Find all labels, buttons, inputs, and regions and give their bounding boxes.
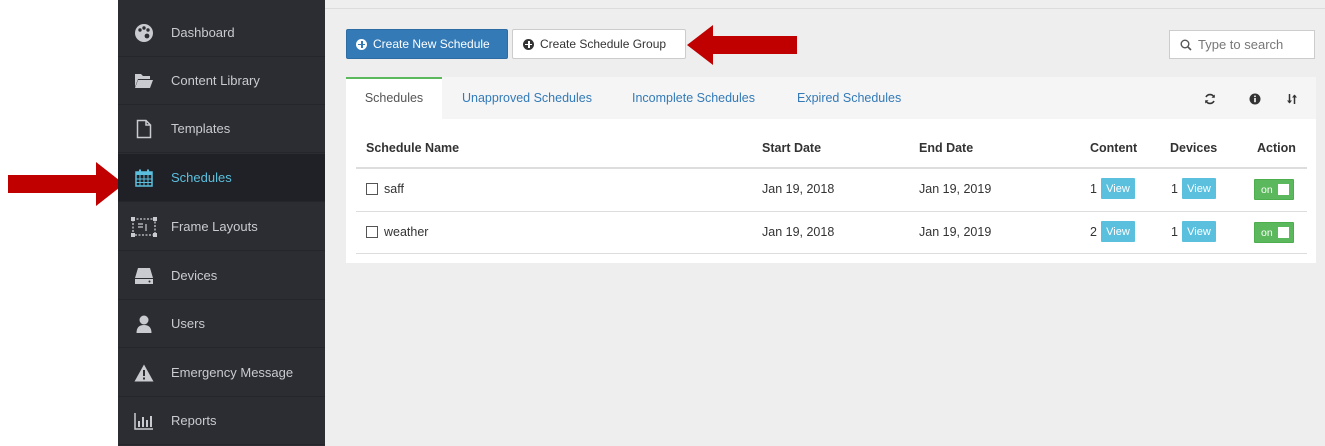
tab-bar: Schedules Unapproved Schedules Incomplet… xyxy=(346,77,1316,119)
sidebar-item-label: Devices xyxy=(171,268,218,283)
content-count: 2 xyxy=(1090,225,1097,239)
bar-chart-icon xyxy=(134,411,154,431)
view-devices-button[interactable]: View xyxy=(1182,178,1216,199)
view-content-button[interactable]: View xyxy=(1101,178,1135,199)
sidebar-item-label: Dashboard xyxy=(171,25,235,40)
toggle-label: on xyxy=(1261,184,1273,196)
create-new-schedule-button[interactable]: Create New Schedule xyxy=(346,29,508,59)
schedules-panel: Schedules Unapproved Schedules Incomplet… xyxy=(346,77,1316,263)
sidebar-item-reports[interactable]: Reports xyxy=(118,397,325,445)
tab-schedules[interactable]: Schedules xyxy=(346,77,442,119)
sidebar-item-label: Emergency Message xyxy=(171,365,294,380)
view-content-button[interactable]: View xyxy=(1101,221,1135,242)
annotation-arrow-sidebar xyxy=(8,162,124,206)
tab-expired-schedules[interactable]: Expired Schedules xyxy=(797,77,901,119)
tab-unapproved-schedules[interactable]: Unapproved Schedules xyxy=(462,77,592,119)
hard-drive-icon xyxy=(134,266,154,286)
start-date: Jan 19, 2018 xyxy=(762,225,835,239)
column-header-schedule-name[interactable]: Schedule Name xyxy=(366,141,459,155)
plus-circle-icon xyxy=(356,38,367,50)
end-date: Jan 19, 2019 xyxy=(919,182,992,196)
column-header-end-date[interactable]: End Date xyxy=(919,141,973,155)
schedule-toggle[interactable]: on xyxy=(1254,179,1294,200)
search-icon xyxy=(1180,39,1192,51)
sidebar-item-dashboard[interactable]: Dashboard xyxy=(118,9,325,57)
palette-icon xyxy=(134,23,154,43)
sidebar-item-label: Users xyxy=(171,316,205,331)
info-button[interactable] xyxy=(1247,91,1263,107)
refresh-icon xyxy=(1205,93,1215,105)
devices-count: 1 xyxy=(1171,182,1178,196)
sidebar-item-label: Reports xyxy=(171,413,217,428)
create-new-schedule-label: Create New Schedule xyxy=(373,37,490,51)
tab-label: Incomplete Schedules xyxy=(632,91,755,105)
search-input[interactable] xyxy=(1198,37,1308,52)
file-icon xyxy=(134,119,154,139)
plus-circle-icon xyxy=(523,38,534,50)
refresh-button[interactable] xyxy=(1202,91,1218,107)
view-devices-button[interactable]: View xyxy=(1182,221,1216,242)
sidebar-item-content-library[interactable]: Content Library xyxy=(118,57,325,105)
frame-layout-icon xyxy=(131,217,157,237)
main-content: Create New Schedule Create Schedule Grou… xyxy=(325,0,1325,446)
tab-label: Expired Schedules xyxy=(797,91,902,105)
column-header-action[interactable]: Action xyxy=(1257,141,1296,155)
content-count: 1 xyxy=(1090,182,1097,196)
info-icon xyxy=(1249,93,1261,105)
sidebar-item-label: Frame Layouts xyxy=(171,219,258,234)
table-row: saff Jan 19, 2018 Jan 19, 2019 1 View 1 … xyxy=(356,169,1307,211)
toggle-knob xyxy=(1278,227,1289,238)
calendar-icon xyxy=(134,168,154,188)
sidebar-item-label: Schedules xyxy=(171,170,232,185)
column-header-start-date[interactable]: Start Date xyxy=(762,141,821,155)
sort-icon xyxy=(1287,94,1297,104)
sidebar-item-frame-layouts[interactable]: Frame Layouts xyxy=(118,203,325,251)
toggle-knob xyxy=(1278,184,1289,195)
sidebar-item-emergency-message[interactable]: Emergency Message xyxy=(118,349,325,397)
warning-icon xyxy=(134,363,154,383)
sidebar-item-templates[interactable]: Templates xyxy=(118,105,325,153)
devices-count: 1 xyxy=(1171,225,1178,239)
sort-button[interactable] xyxy=(1284,91,1300,107)
sidebar-item-label: Templates xyxy=(171,121,231,136)
table-divider xyxy=(356,253,1307,254)
sidebar-item-users[interactable]: Users xyxy=(118,300,325,348)
toggle-label: on xyxy=(1261,227,1273,239)
annotation-arrow-toolbar xyxy=(687,25,797,65)
row-checkbox[interactable] xyxy=(366,226,378,238)
divider xyxy=(325,8,1325,9)
schedule-name[interactable]: weather xyxy=(384,225,428,239)
tab-incomplete-schedules[interactable]: Incomplete Schedules xyxy=(632,77,755,119)
sidebar-item-schedules[interactable]: Schedules xyxy=(118,154,325,202)
create-schedule-group-button[interactable]: Create Schedule Group xyxy=(512,29,686,59)
create-schedule-group-label: Create Schedule Group xyxy=(540,37,667,51)
sidebar-item-label: Content Library xyxy=(171,73,260,88)
sidebar: Dashboard Content Library Templates Sche… xyxy=(118,0,325,446)
sidebar-item-devices[interactable]: Devices xyxy=(118,252,325,300)
tab-label: Unapproved Schedules xyxy=(462,91,592,105)
column-header-devices[interactable]: Devices xyxy=(1170,141,1217,155)
user-icon xyxy=(134,314,154,334)
column-header-content[interactable]: Content xyxy=(1090,141,1137,155)
end-date: Jan 19, 2019 xyxy=(919,225,992,239)
row-checkbox[interactable] xyxy=(366,183,378,195)
schedule-name[interactable]: saff xyxy=(384,182,404,196)
table-row: weather Jan 19, 2018 Jan 19, 2019 2 View… xyxy=(356,212,1307,254)
folder-open-icon xyxy=(134,71,154,91)
schedule-toggle[interactable]: on xyxy=(1254,222,1294,243)
tab-label: Schedules xyxy=(364,91,424,105)
search-box[interactable] xyxy=(1169,30,1315,59)
start-date: Jan 19, 2018 xyxy=(762,182,835,196)
